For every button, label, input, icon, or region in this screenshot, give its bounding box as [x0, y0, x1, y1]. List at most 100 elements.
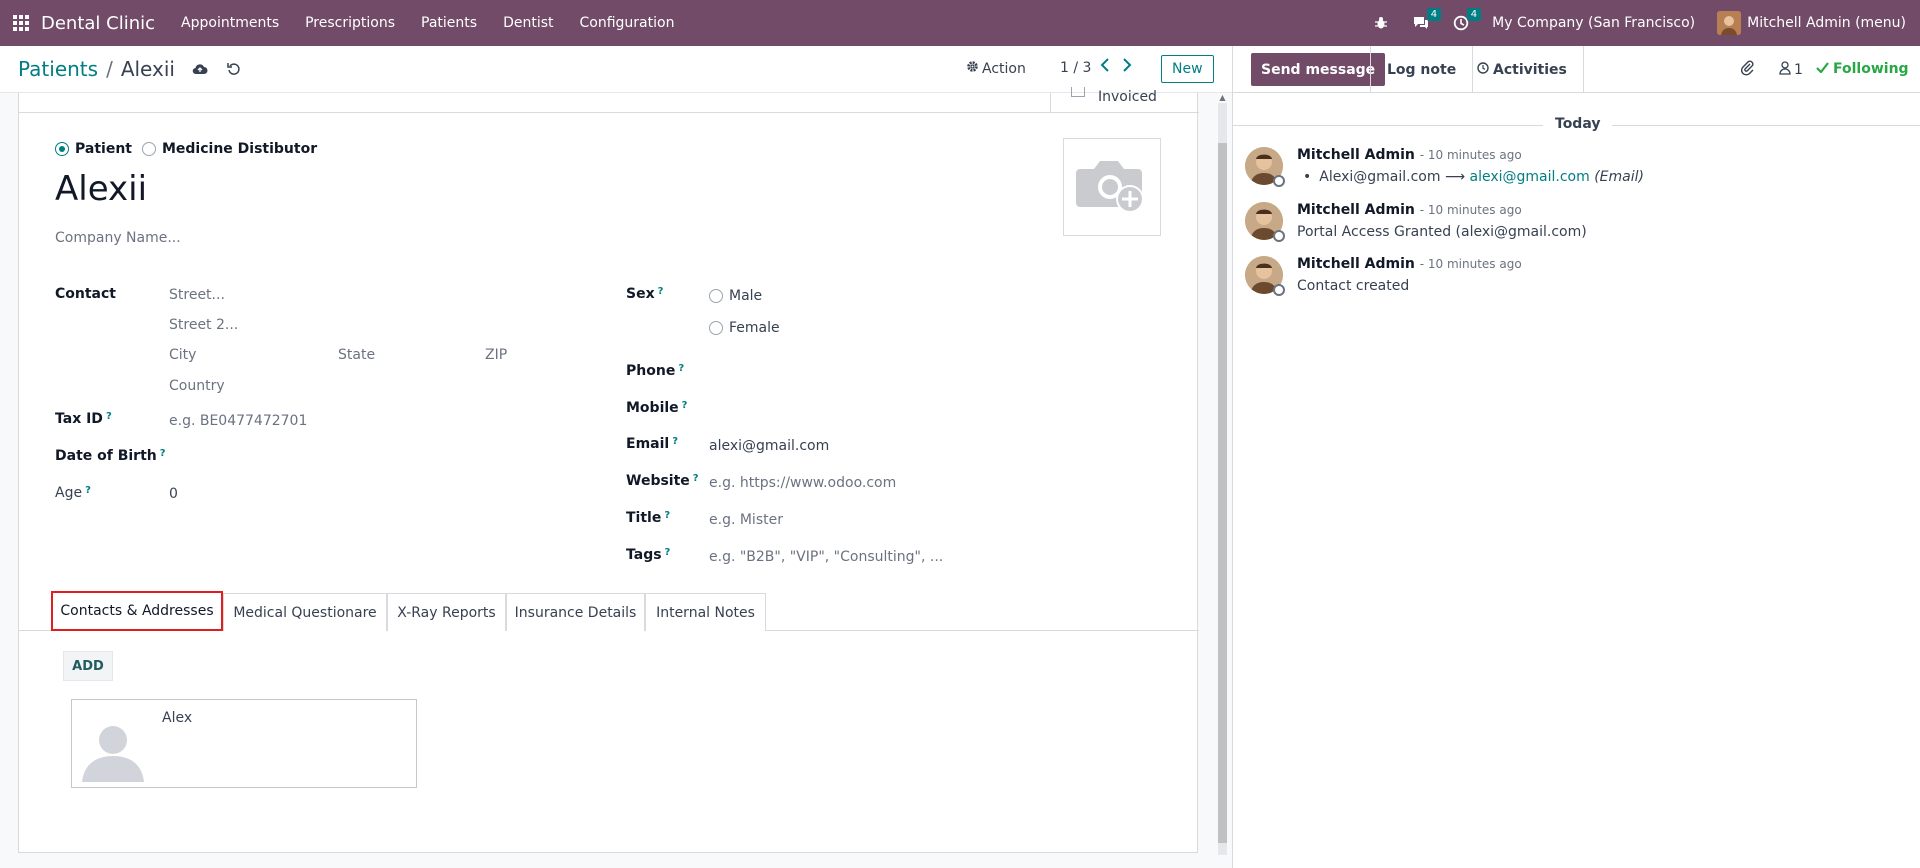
city-input[interactable]: City [169, 347, 196, 363]
photo-upload[interactable] [1063, 138, 1161, 236]
message-author[interactable]: Mitchell Admin - 10 minutes ago [1297, 147, 1522, 163]
menu-dentist[interactable]: Dentist [503, 15, 553, 31]
action-label: Action [982, 60, 1026, 77]
action-menu-button[interactable]: Action [966, 60, 1026, 77]
patient-name-field[interactable]: Alexii [55, 169, 147, 209]
radio-female-label[interactable]: Female [729, 320, 780, 336]
tax-id-input[interactable]: e.g. BE0477472701 [169, 413, 307, 429]
help-icon[interactable]: ? [658, 286, 664, 297]
chevron-left-icon[interactable] [1100, 58, 1110, 76]
radio-male[interactable] [709, 289, 723, 303]
old-value: Alexi@gmail.com [1319, 169, 1441, 185]
help-icon[interactable]: ? [106, 411, 112, 422]
radio-medicine-distributor[interactable] [141, 142, 156, 156]
help-icon[interactable]: ? [682, 400, 688, 411]
help-icon[interactable]: ? [85, 485, 91, 496]
tab-contacts-addresses[interactable]: Contacts & Addresses [51, 591, 223, 631]
tab-internal-notes[interactable]: Internal Notes [645, 593, 766, 631]
date-of-birth-label: Date of Birth? [55, 448, 166, 464]
sex-label: Sex? [626, 286, 664, 302]
radio-medicine-distributor-label[interactable]: Medicine Distibutor [162, 141, 317, 157]
discard-undo-icon[interactable] [225, 60, 243, 78]
following-button[interactable]: Following [1816, 61, 1909, 77]
tab-xray-reports[interactable]: X-Ray Reports [387, 593, 506, 631]
new-record-button[interactable]: New [1161, 55, 1214, 83]
tab-medical-questionare[interactable]: Medical Questionare [223, 593, 387, 631]
street2-input[interactable]: Street 2... [169, 317, 238, 333]
message-time: - 10 minutes ago [1419, 148, 1522, 162]
app-brand[interactable]: Dental Clinic [41, 13, 155, 34]
apps-grid-icon[interactable] [13, 15, 29, 31]
company-switcher[interactable]: My Company (San Francisco) [1492, 15, 1695, 31]
invoiced-checkbox[interactable] [1071, 87, 1085, 97]
form-scrollbar[interactable] [1218, 103, 1227, 855]
offline-status-icon [1273, 284, 1285, 296]
help-icon[interactable]: ? [160, 448, 166, 459]
pager-value[interactable]: 1 / 3 [1060, 60, 1091, 76]
paperclip-icon[interactable] [1740, 59, 1754, 81]
bug-icon[interactable] [1372, 14, 1390, 32]
sex-female-option[interactable]: Female [709, 320, 780, 336]
menu-configuration[interactable]: Configuration [580, 15, 675, 31]
radio-female[interactable] [709, 321, 723, 335]
top-navbar: Dental Clinic Appointments Prescriptions… [0, 0, 1920, 46]
person-placeholder-icon [78, 720, 148, 782]
message-author[interactable]: Mitchell Admin - 10 minutes ago [1297, 256, 1522, 272]
pager-nav [1100, 58, 1132, 76]
chevron-right-icon[interactable] [1122, 58, 1132, 76]
scrollbar-thumb[interactable] [1218, 143, 1227, 843]
help-icon[interactable]: ? [665, 547, 671, 558]
breadcrumb: Patients / Alexii [18, 57, 243, 81]
new-value[interactable]: alexi@gmail.com [1470, 169, 1590, 185]
breadcrumb-patients[interactable]: Patients [18, 57, 98, 81]
clock-icon [1477, 61, 1489, 78]
tax-id-label: Tax ID? [55, 411, 112, 427]
help-icon[interactable]: ? [664, 510, 670, 521]
street-input[interactable]: Street... [169, 287, 225, 303]
followers-button[interactable]: 1 [1779, 61, 1803, 79]
date-separator: Today [1543, 116, 1613, 132]
email-input[interactable]: alexi@gmail.com [709, 438, 829, 454]
control-panel: Patients / Alexii Action 1 / 3 New [0, 46, 1232, 93]
message-body: Portal Access Granted (alexi@gmail.com) [1297, 224, 1587, 240]
website-input[interactable]: e.g. https://www.odoo.com [709, 475, 896, 491]
navbar-systray: 4 4 My Company (San Francisco) Mitchell … [1372, 0, 1920, 46]
chat-icon[interactable]: 4 [1412, 8, 1442, 32]
menu-patients[interactable]: Patients [421, 15, 477, 31]
message-author[interactable]: Mitchell Admin - 10 minutes ago [1297, 202, 1522, 218]
title-select[interactable]: e.g. Mister [709, 512, 783, 528]
country-select[interactable]: Country [169, 378, 225, 394]
radio-patient[interactable] [55, 142, 69, 156]
menu-appointments[interactable]: Appointments [181, 15, 279, 31]
radio-male-label[interactable]: Male [729, 288, 762, 304]
scroll-up-arrow[interactable]: ▲ [1218, 93, 1227, 103]
age-value: 0 [169, 486, 178, 502]
help-icon[interactable]: ? [672, 436, 678, 447]
breadcrumb-separator: / [106, 57, 113, 81]
send-message-button[interactable]: Send message [1251, 53, 1386, 86]
tracking-change: • Alexi@gmail.com ⟶ alexi@gmail.com (Emai… [1303, 169, 1644, 185]
contact-card[interactable]: Alex [71, 699, 417, 788]
arrow-icon: ⟶ [1444, 169, 1466, 185]
save-cloud-icon[interactable] [191, 60, 209, 78]
user-menu[interactable]: Mitchell Admin (menu) [1747, 15, 1906, 31]
sex-male-option[interactable]: Male [709, 288, 762, 304]
zip-input[interactable]: ZIP [485, 347, 507, 363]
tracked-field: (Email) [1594, 169, 1644, 185]
clock-icon[interactable]: 4 [1452, 8, 1482, 32]
state-select[interactable]: State [338, 347, 375, 363]
menu-prescriptions[interactable]: Prescriptions [305, 15, 395, 31]
help-icon[interactable]: ? [678, 363, 684, 374]
add-contact-button[interactable]: ADD [63, 651, 113, 681]
activities-button[interactable]: Activities [1461, 46, 1584, 93]
form-view: Invoiced Patient Medicine Distibutor Ale… [0, 87, 1232, 868]
tags-input[interactable]: e.g. "B2B", "VIP", "Consulting", ... [709, 549, 943, 565]
tab-insurance-details[interactable]: Insurance Details [506, 593, 645, 631]
company-name-input[interactable]: Company Name... [55, 230, 181, 246]
user-avatar[interactable] [1717, 11, 1742, 35]
help-icon[interactable]: ? [693, 473, 699, 484]
following-label: Following [1833, 61, 1909, 77]
log-note-button[interactable]: Log note [1370, 46, 1474, 93]
radio-patient-label[interactable]: Patient [75, 141, 132, 157]
form-sheet: Invoiced Patient Medicine Distibutor Ale… [18, 87, 1199, 853]
